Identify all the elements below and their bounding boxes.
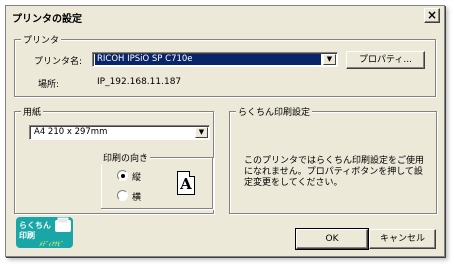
rakuchin-insatsu-logo: らくちん 印刷 ﾒﾃﾞｨｱﾅﾋﾞ [16, 217, 73, 248]
rakuchin-group-label: らくちん印刷設定 [236, 105, 313, 118]
portrait-page-icon: A [177, 171, 195, 195]
paper-group-label: 用紙 [21, 105, 44, 118]
paper-size-value: A4 210 x 297mm [34, 127, 108, 137]
landscape-radio[interactable] [117, 190, 128, 201]
cancel-button-label: キャンセル [379, 234, 425, 244]
ok-button-label: OK [325, 234, 339, 244]
portrait-label: 縦 [132, 173, 142, 183]
orientation-group-label: 印刷の向き [101, 151, 151, 164]
landscape-label: 横 [132, 193, 142, 203]
location-label: 場所: [38, 80, 60, 90]
properties-button-label: プロパティ... [358, 55, 413, 65]
logo-line1: らくちん [19, 221, 51, 230]
location-value: IP_192.168.11.187 [97, 77, 182, 87]
printer-settings-dialog: プリンタの設定 × プリンタ プリンタ名: RICOH IPSiO SP C71… [5, 5, 445, 257]
chevron-down-icon[interactable]: ▼ [195, 127, 208, 138]
paper-size-select[interactable]: A4 210 x 297mm ▼ [29, 125, 210, 140]
ok-button[interactable]: OK [295, 228, 369, 250]
close-icon: × [426, 8, 438, 22]
portrait-radio[interactable] [117, 170, 128, 181]
logo-line3: ﾒﾃﾞｨｱﾅﾋﾞ [39, 240, 63, 248]
rakuchin-settings-group: らくちん印刷設定 このプリンタではらくちん印刷設定をご使用になれません。プロパテ… [229, 105, 437, 214]
window-title: プリンタの設定 [12, 14, 82, 25]
paper-group: 用紙 A4 210 x 297mm ▼ 印刷の向き 縦 横 A [14, 105, 214, 214]
title-bar[interactable]: プリンタの設定 × [6, 6, 444, 27]
close-button[interactable]: × [424, 8, 440, 23]
properties-button[interactable]: プロパティ... [346, 51, 425, 69]
printer-group: プリンタ プリンタ名: RICOH IPSiO SP C710e ▼ プロパティ… [14, 33, 436, 97]
printer-name-select[interactable]: RICOH IPSiO SP C710e ▼ [92, 52, 338, 67]
logo-line2: 印刷 [19, 230, 35, 240]
page-letter: A [180, 175, 192, 193]
chevron-down-icon[interactable]: ▼ [323, 54, 336, 65]
printer-group-label: プリンタ [21, 33, 62, 46]
cancel-button[interactable]: キャンセル [369, 229, 436, 249]
orientation-group: 印刷の向き 縦 横 A [101, 151, 213, 209]
printer-name-value: RICOH IPSiO SP C710e [95, 54, 321, 65]
printer-name-label: プリンタ名: [34, 57, 83, 67]
rakuchin-description: このプリンタではらくちん印刷設定をご使用になれません。プロパティボタンを押して設… [244, 156, 425, 188]
